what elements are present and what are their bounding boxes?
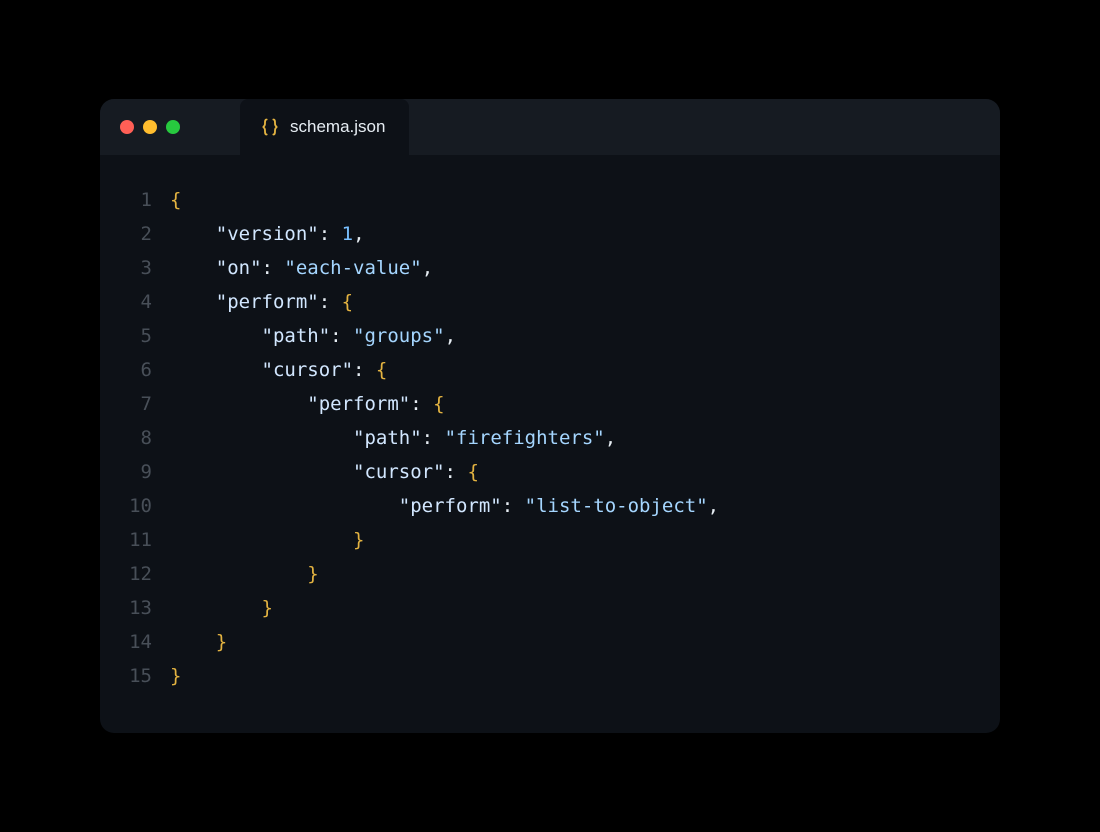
line-number: 1 [100, 183, 152, 217]
tab-label: schema.json [290, 117, 385, 137]
line-number: 11 [100, 523, 152, 557]
line-number: 6 [100, 353, 152, 387]
traffic-lights [100, 120, 200, 134]
code-content[interactable]: { "version": 1, "on": "each-value", "per… [170, 183, 1000, 693]
tab-schema-json[interactable]: schema.json [240, 99, 409, 155]
line-number: 15 [100, 659, 152, 693]
code-line: "on": "each-value", [170, 251, 1000, 285]
code-line: "perform": { [170, 285, 1000, 319]
code-line: "cursor": { [170, 353, 1000, 387]
braces-icon [260, 117, 280, 137]
line-number: 13 [100, 591, 152, 625]
line-number: 9 [100, 455, 152, 489]
editor-area[interactable]: 123456789101112131415 { "version": 1, "o… [100, 155, 1000, 733]
code-line: "perform": "list-to-object", [170, 489, 1000, 523]
line-number: 8 [100, 421, 152, 455]
code-line: "path": "firefighters", [170, 421, 1000, 455]
code-line: } [170, 557, 1000, 591]
line-number: 3 [100, 251, 152, 285]
code-line: "cursor": { [170, 455, 1000, 489]
titlebar: schema.json [100, 99, 1000, 155]
line-number: 12 [100, 557, 152, 591]
code-line: } [170, 659, 1000, 693]
line-number: 4 [100, 285, 152, 319]
line-gutter: 123456789101112131415 [100, 183, 170, 693]
line-number: 10 [100, 489, 152, 523]
line-number: 7 [100, 387, 152, 421]
close-button[interactable] [120, 120, 134, 134]
code-line: "path": "groups", [170, 319, 1000, 353]
line-number: 5 [100, 319, 152, 353]
code-line: "perform": { [170, 387, 1000, 421]
line-number: 14 [100, 625, 152, 659]
zoom-button[interactable] [166, 120, 180, 134]
code-line: { [170, 183, 1000, 217]
code-line: } [170, 591, 1000, 625]
line-number: 2 [100, 217, 152, 251]
code-line: } [170, 625, 1000, 659]
editor-window: schema.json 123456789101112131415 { "ver… [100, 99, 1000, 733]
minimize-button[interactable] [143, 120, 157, 134]
code-line: "version": 1, [170, 217, 1000, 251]
code-line: } [170, 523, 1000, 557]
